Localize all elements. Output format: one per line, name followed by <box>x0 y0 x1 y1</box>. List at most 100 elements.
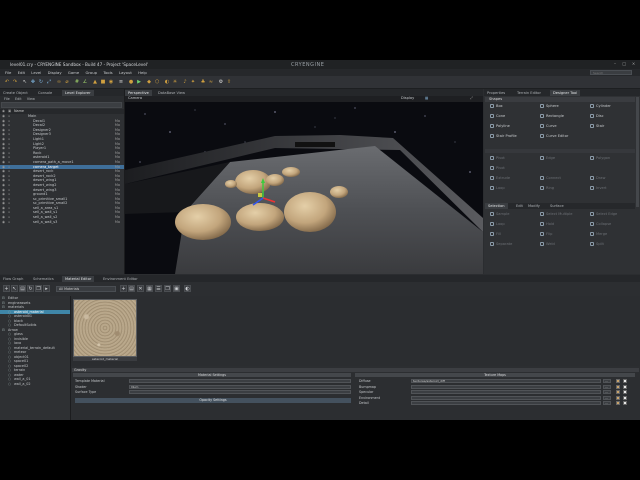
tool-rectangle[interactable]: Rectangle <box>540 114 564 118</box>
tree-row[interactable]: ◉ ▫ sell_a_wall_s3 Ma <box>0 220 124 225</box>
pick-material-icon[interactable]: ↖ <box>11 285 18 292</box>
material-settings-header[interactable]: Material Settings <box>73 373 351 377</box>
delete-icon[interactable]: ✕ <box>137 285 144 292</box>
maximize-button[interactable]: □ <box>621 61 628 67</box>
tool-stair[interactable]: Stair <box>590 124 604 128</box>
save-material-icon[interactable]: ▤ <box>19 285 26 292</box>
menu-file[interactable]: File <box>5 70 11 75</box>
maximize-viewport-icon[interactable]: ⤢ <box>470 96 473 100</box>
menu-edit[interactable]: Edit <box>18 70 25 75</box>
browse-texture-button[interactable]: … <box>603 401 611 405</box>
road-icon[interactable]: ≈ <box>208 79 214 85</box>
tool-flip[interactable]: Flip <box>540 232 552 236</box>
rock[interactable] <box>266 174 284 186</box>
texture-swatch[interactable] <box>616 390 620 394</box>
tool-loop[interactable]: Loop <box>490 222 505 226</box>
browse-texture-button[interactable]: … <box>603 384 611 389</box>
browse-texture-button[interactable]: … <box>603 390 611 394</box>
tool-curve-editor[interactable]: Curve Editor <box>540 134 568 138</box>
tool-connect[interactable]: Connect <box>540 176 561 180</box>
menu-tools[interactable]: Tools <box>103 70 112 75</box>
tab-selection[interactable]: Selection <box>485 203 508 209</box>
object-icon[interactable]: ■ <box>100 79 106 85</box>
tab-designer-tool[interactable]: Designer Tool <box>550 90 581 96</box>
snap-grid-icon[interactable]: # <box>74 79 80 85</box>
browse-texture-button[interactable]: … <box>603 379 611 383</box>
rock[interactable] <box>330 186 348 198</box>
texture-swatch[interactable] <box>616 395 620 400</box>
paste-icon[interactable]: ▣ <box>173 285 180 292</box>
texture-path-field[interactable] <box>411 384 601 389</box>
add-icon[interactable]: + <box>120 285 127 292</box>
vegetation-icon[interactable]: ♣ <box>200 79 206 85</box>
tool-edge[interactable]: Edge <box>540 156 555 160</box>
material-thumbnail[interactable] <box>73 299 137 357</box>
material-setting-field[interactable] <box>129 379 351 383</box>
shapes-section-header[interactable]: Shapes <box>485 97 635 102</box>
minimize-button[interactable]: – <box>611 61 618 67</box>
camera-dropdown[interactable]: Camera <box>128 96 142 100</box>
tool-extrude[interactable]: Extrude <box>490 176 510 180</box>
tool-sample[interactable]: Sample <box>490 212 509 216</box>
texture-swatch[interactable] <box>623 384 627 389</box>
tool-ring[interactable]: Ring <box>540 186 554 190</box>
texture-path-field[interactable] <box>411 390 601 394</box>
physics-icon[interactable]: ● <box>128 79 134 85</box>
settings-icon[interactable]: ⚙ <box>218 79 224 85</box>
viewport-options-icon[interactable]: ▦ <box>425 96 428 100</box>
tab-properties[interactable]: Properties <box>484 90 508 96</box>
copy-icon[interactable]: ❐ <box>164 285 171 292</box>
tool-pivot[interactable]: Pivot <box>490 166 505 170</box>
tool-polyline[interactable]: Polyline <box>490 124 510 128</box>
tool-hold[interactable]: Hold <box>540 222 554 226</box>
flowgraph-icon[interactable]: ⬡ <box>154 79 160 85</box>
texture-path-field[interactable] <box>411 401 601 405</box>
select-icon[interactable]: ↖ <box>22 79 28 85</box>
play-icon[interactable]: ▶ <box>136 79 142 85</box>
reload-material-icon[interactable]: ↻ <box>27 285 34 292</box>
rock[interactable] <box>284 192 336 232</box>
display-dropdown[interactable]: Display <box>401 96 414 100</box>
close-button[interactable]: × <box>630 61 637 67</box>
menu-group[interactable]: Group <box>85 70 97 75</box>
right-panel-scrollbar[interactable] <box>636 97 639 207</box>
layer-icon[interactable]: ≡ <box>118 79 124 85</box>
rotate-icon[interactable]: ↻ <box>38 79 44 85</box>
undo-icon[interactable]: ↶ <box>4 79 10 85</box>
tool-separate[interactable]: Separate <box>490 242 512 246</box>
tool-select-edge[interactable]: Select Edge <box>590 212 617 216</box>
particle-icon[interactable]: ✦ <box>190 79 196 85</box>
tool-split[interactable]: Split <box>590 242 604 246</box>
tool-weld[interactable]: Weld <box>540 242 555 246</box>
texture-swatch[interactable] <box>616 384 620 389</box>
menu-game[interactable]: Game <box>68 70 79 75</box>
rock[interactable] <box>225 180 237 188</box>
tool-cone[interactable]: Cone <box>490 114 505 118</box>
texture-swatch[interactable] <box>623 390 627 394</box>
tool-stair-profile[interactable]: Stair Profile <box>490 134 517 138</box>
texture-swatch[interactable] <box>616 401 620 405</box>
preview-icon[interactable]: ◐ <box>184 285 191 292</box>
tool-box[interactable]: Box <box>490 104 503 108</box>
rock[interactable] <box>282 167 300 177</box>
unlink-icon[interactable]: ⌀ <box>64 79 70 85</box>
perspective-viewport[interactable]: Perspective DataBase View Camera Display… <box>125 89 483 274</box>
terrain-icon[interactable]: ▲ <box>92 79 98 85</box>
tool-polygon[interactable]: Polygon <box>590 156 610 160</box>
explorer-filter-input[interactable] <box>1 102 122 108</box>
menu-display[interactable]: Display <box>48 70 62 75</box>
texture-swatch[interactable] <box>623 395 627 400</box>
tool-loop[interactable]: Loop <box>490 186 505 190</box>
list-view-icon[interactable]: ☰ <box>155 285 162 292</box>
tool-pivot[interactable]: Pivot <box>490 156 505 160</box>
visibility-icon[interactable]: ◉ <box>2 220 5 225</box>
camera-icon[interactable]: ◉ <box>108 79 114 85</box>
save-icon[interactable]: ▤ <box>128 285 135 292</box>
menu-help[interactable]: Help <box>138 70 147 75</box>
tool-select-multiple[interactable]: Select Multiple <box>540 212 573 216</box>
tab-terrain-editor[interactable]: Terrain Editor <box>514 90 544 96</box>
explorer-menu-edit[interactable]: Edit <box>15 97 22 101</box>
menu-level[interactable]: Level <box>31 70 41 75</box>
ai-icon[interactable]: ◆ <box>146 79 152 85</box>
material-setting-field[interactable] <box>129 390 351 394</box>
